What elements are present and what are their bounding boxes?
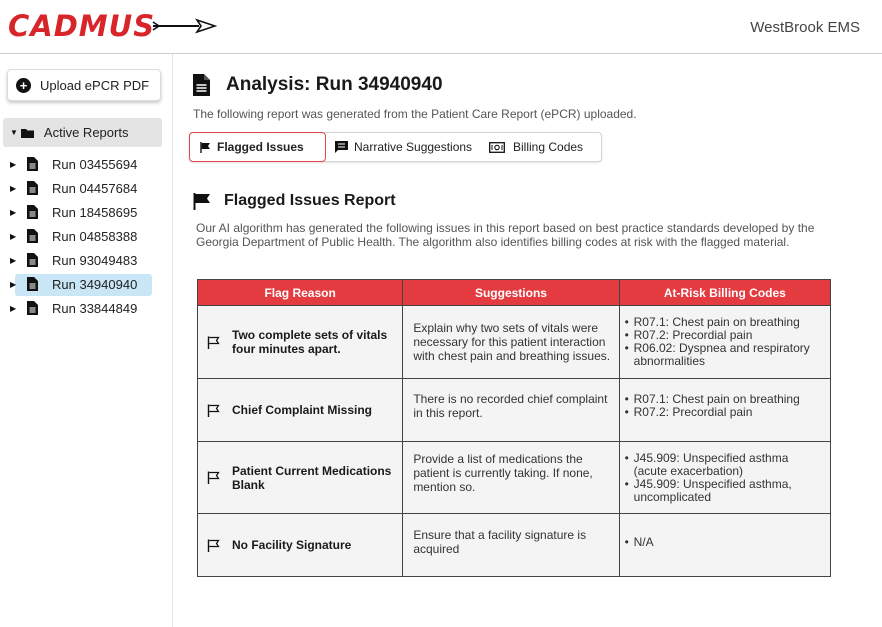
tab-billing-codes[interactable]: Billing Codes — [478, 133, 600, 161]
folder-icon — [20, 128, 34, 138]
suggestion-text: Explain why two sets of vitals were nece… — [413, 321, 611, 363]
suggestion-cell: There is no recorded chief complaint in … — [402, 378, 620, 442]
page-title: Analysis: Run 34940940 — [226, 74, 443, 95]
flag-reason-cell: Two complete sets of vitals four minutes… — [196, 305, 404, 379]
flag-outline-icon — [207, 336, 220, 349]
title-row: Analysis: Run 34940940 — [193, 74, 443, 96]
billing-code-item: R07.2: Precordial pain — [625, 406, 824, 420]
flag-icon — [200, 141, 210, 153]
upload-epcr-button[interactable]: + Upload ePCR PDF — [7, 69, 161, 101]
upload-button-label: Upload ePCR PDF — [40, 77, 150, 93]
run-item[interactable]: ▶ Run 04457684 — [0, 176, 173, 200]
suggestion-text: There is no recorded chief complaint in … — [413, 392, 608, 420]
billing-code-item: J45.909: Unspecified asthma, uncomplicat… — [625, 477, 824, 504]
billing-code-item: R06.02: Dyspnea and respiratory abnormal… — [625, 342, 824, 368]
run-item[interactable]: ▶ Run 18458695 — [0, 200, 173, 224]
message-icon — [335, 141, 348, 153]
money-icon — [489, 141, 505, 153]
suggestion-cell: Ensure that a facility signature is acqu… — [402, 513, 620, 577]
billing-codes-cell: R07.1: Chest pain on breathing R07.2: Pr… — [618, 378, 832, 442]
section-description: Our AI algorithm has generated the follo… — [196, 221, 815, 249]
billing-code-item: J45.909: Unspecified asthma (acute exace… — [625, 451, 824, 478]
active-reports-folder[interactable]: ▼ Active Reports — [3, 118, 162, 147]
run-label: Run 33844849 — [52, 300, 138, 316]
flag-outline-icon — [207, 404, 220, 417]
caret-right-icon: ▶ — [10, 207, 17, 217]
caret-right-icon: ▶ — [10, 279, 17, 289]
document-icon — [27, 277, 38, 291]
document-icon — [27, 205, 38, 219]
caret-right-icon: ▶ — [10, 183, 17, 193]
run-item[interactable]: ▶ Run 03455694 — [0, 152, 173, 176]
document-icon — [27, 229, 38, 243]
column-header: At-Risk Billing Codes — [618, 279, 832, 306]
document-icon — [27, 181, 38, 195]
table-row: Chief Complaint Missing There is no reco… — [196, 378, 832, 442]
run-label: Run 34940940 — [52, 276, 138, 292]
billing-code-item: N/A — [625, 535, 824, 549]
flag-outline-icon — [207, 471, 220, 484]
tab-label: Narrative Suggestions — [354, 140, 473, 154]
run-label: Run 93049483 — [52, 252, 138, 268]
run-label: Run 03455694 — [52, 156, 138, 172]
table-row: Two complete sets of vitals four minutes… — [196, 305, 832, 379]
run-label: Run 04457684 — [52, 180, 138, 196]
report-tabs: Flagged Issues Narrative Suggestions Bil… — [189, 132, 602, 162]
tab-label: Flagged Issues — [217, 140, 304, 154]
run-label: Run 04858388 — [52, 228, 138, 244]
suggestion-text: Provide a list of medications the patien… — [413, 451, 593, 494]
suggestion-text: Ensure that a facility signature is acqu… — [413, 528, 587, 556]
billing-codes-cell: J45.909: Unspecified asthma (acute exace… — [618, 441, 832, 514]
page-subtitle: The following report was generated from … — [193, 107, 637, 121]
billing-codes-cell: R07.1: Chest pain on breathing R07.2: Pr… — [618, 305, 832, 379]
document-icon — [27, 157, 38, 171]
document-icon — [27, 253, 38, 267]
run-label: Run 18458695 — [52, 204, 138, 220]
run-item-active[interactable]: ▶ Run 34940940 — [0, 272, 173, 296]
flag-icon — [193, 192, 210, 210]
plus-circle-icon: + — [16, 77, 31, 93]
document-icon — [27, 301, 38, 315]
logo-text: CADMUS — [8, 9, 156, 43]
caret-down-icon: ▼ — [10, 128, 18, 137]
flag-reason-text: Chief Complaint Missing — [232, 403, 373, 417]
spear-icon — [152, 18, 218, 34]
flag-reason-cell: Patient Current Medications Blank — [196, 441, 404, 514]
document-icon — [193, 74, 210, 96]
folder-label: Active Reports — [43, 125, 129, 140]
run-list: ▶ Run 03455694 ▶ Run 04457684 ▶ Run 1845… — [0, 152, 173, 320]
organization-name: WestBrook EMS — [750, 19, 860, 36]
table-row: No Facility Signature Ensure that a faci… — [196, 513, 832, 577]
suggestion-cell: Provide a list of medications the patien… — [402, 441, 620, 514]
flag-reason-cell: No Facility Signature — [196, 513, 404, 577]
caret-right-icon: ▶ — [10, 159, 17, 169]
sidebar: + Upload ePCR PDF ▼ Active Reports ▶ Run… — [0, 54, 173, 627]
tab-narrative-suggestions[interactable]: Narrative Suggestions — [326, 133, 478, 161]
run-item[interactable]: ▶ Run 93049483 — [0, 248, 173, 272]
caret-right-icon: ▶ — [10, 255, 17, 265]
section-title-row: Flagged Issues Report — [193, 192, 396, 210]
column-header: Suggestions — [402, 279, 620, 306]
caret-right-icon: ▶ — [10, 231, 17, 241]
cadmus-logo[interactable]: CADMUS — [8, 9, 218, 43]
section-title: Flagged Issues Report — [224, 192, 396, 209]
flag-reason-text: Two complete sets of vitals four minutes… — [232, 328, 388, 356]
top-bar: CADMUS WestBrook EMS — [0, 0, 882, 54]
run-item[interactable]: ▶ Run 04858388 — [0, 224, 173, 248]
caret-right-icon: ▶ — [10, 303, 17, 313]
billing-codes-cell: N/A — [618, 513, 832, 577]
table-header-row: Flag Reason Suggestions At-Risk Billing … — [196, 279, 832, 306]
tab-label: Billing Codes — [513, 140, 584, 154]
table-row: Patient Current Medications Blank Provid… — [196, 441, 832, 514]
flagged-issues-table: Flag Reason Suggestions At-Risk Billing … — [196, 279, 832, 577]
suggestion-cell: Explain why two sets of vitals were nece… — [402, 305, 620, 379]
flag-outline-icon — [207, 539, 220, 552]
flag-reason-text: No Facility Signature — [232, 538, 352, 552]
flag-reason-text: Patient Current Medications Blank — [232, 463, 392, 492]
run-item[interactable]: ▶ Run 33844849 — [0, 296, 173, 320]
tab-flagged-issues[interactable]: Flagged Issues — [189, 132, 326, 162]
flag-reason-cell: Chief Complaint Missing — [196, 378, 404, 442]
column-header: Flag Reason — [196, 279, 404, 306]
